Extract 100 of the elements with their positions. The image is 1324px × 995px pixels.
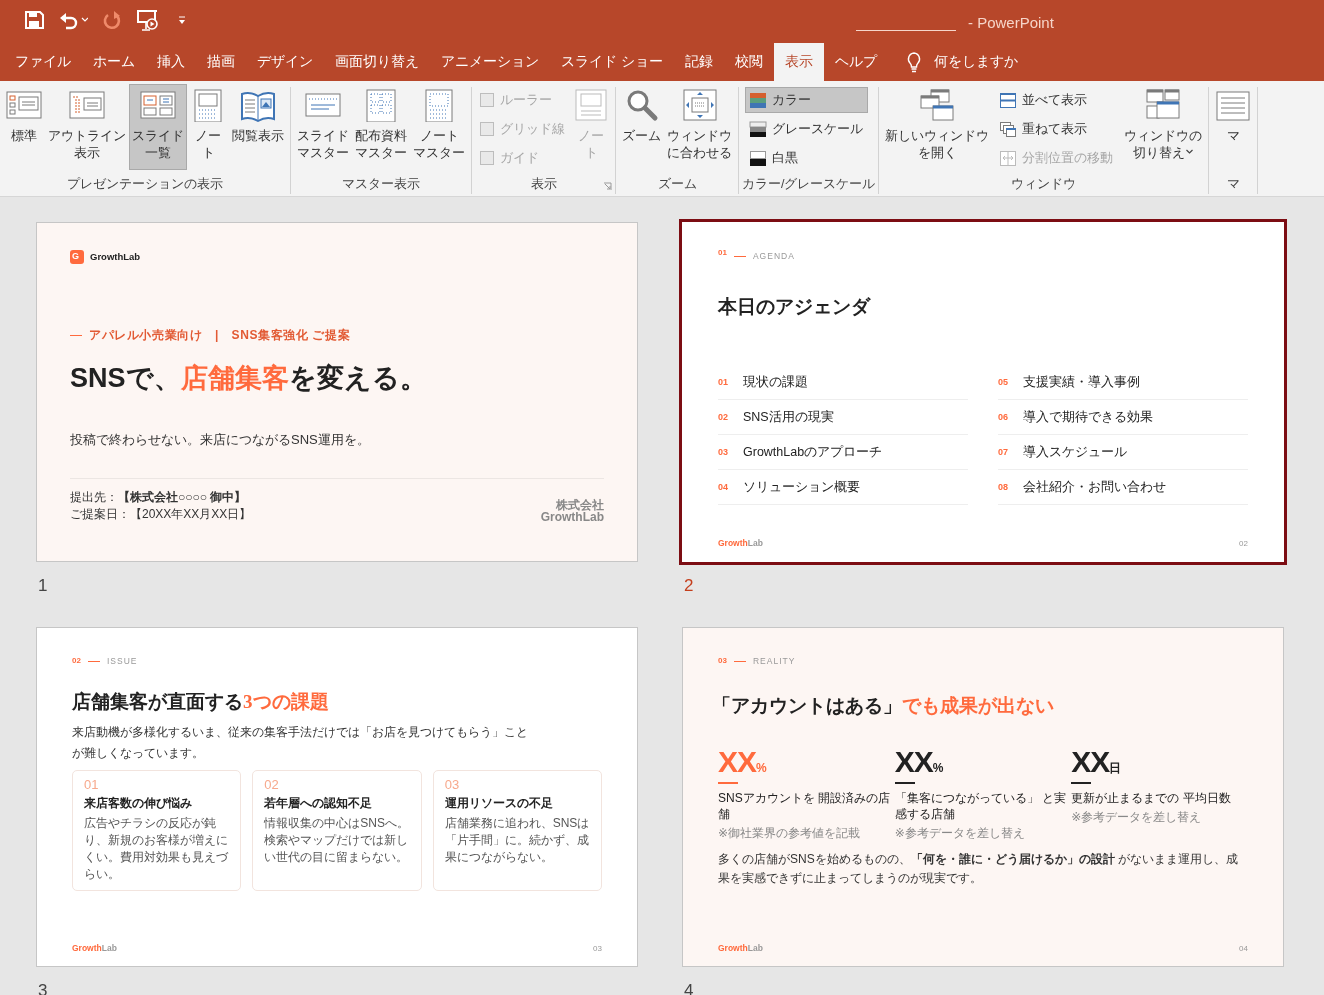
arrange-all-icon [999,91,1018,109]
ribbon-button[interactable]: 閲覧表示 [229,84,287,170]
section-label: AGENDA [752,250,795,263]
summary-text: 多くの店舗がSNSを始めるものの、「何を・誰に・どう届けるか」の設計 がないまま運用し、成果を実感できずに止まってしまうのが現実です。 [718,851,1240,888]
undo-icon[interactable] [58,10,88,30]
dialog-launcher-icon[interactable] [603,182,612,191]
ribbon-tab[interactable]: ファイル [4,43,82,81]
customize-caret-icon[interactable] [176,14,188,26]
section-label: ISSUE [106,655,138,668]
slide-layout-icon [1215,88,1252,122]
brand-name: GrowthLab [90,250,141,264]
ribbon-tab[interactable]: 表示 [773,43,824,81]
group-label: ウィンドウ [1011,176,1077,193]
stat-underline [894,782,915,785]
ribbon-button[interactable]: ウィンドウの切り替え [1121,84,1206,170]
ribbon-button[interactable]: 標準 [3,84,45,170]
stat-note: ※参考データを差し替え [1071,809,1203,827]
slide-thumbnail[interactable] [33,624,641,970]
slide-title: 「アカウントはある」でも成果が出ない [712,693,1055,718]
color-swatch-icon [749,91,767,109]
ribbon-button[interactable]: スライドマスター [294,84,352,170]
stat-value: XX [1071,745,1110,779]
section-number: 01 [718,247,727,259]
agenda-item: 現状の課題 [743,373,808,391]
slide-number: 1 [37,575,49,597]
company-name: 株式会社 GrowthLab [540,498,604,523]
ribbon-button[interactable]: グレースケール [745,116,868,142]
split-move-icon [999,149,1018,167]
stat-label: SNSアカウントを 開設済みの店舗 [718,790,891,823]
slide-number: 2 [683,575,695,597]
page-number: 03 [593,943,602,955]
ribbon-tab[interactable]: デザイン [246,43,324,81]
ribbon-tab[interactable]: スライド ショー [550,43,674,81]
ribbon-tab[interactable]: 校閲 [723,43,774,81]
ribbon-tab[interactable]: 描画 [196,43,246,81]
group-label: カラー/グレースケール [742,176,876,193]
new-window-icon [919,88,956,122]
item-number: 01 [718,375,729,389]
slide-thumbnail[interactable]: 01 AGENDA 本日のアジェンダ 01 現状の課題 02 SNS活用の現実 03 GrowthLabのアプローチ 04 ソリューション概要 05 支援実績・導入事例 06 導入で期待できる効果 07 導入スケジュール 08 会社紹介・お問い合わせ GrowthLab 02 [679,219,1287,565]
tell-me-search[interactable]: 何をしますか [901,43,1022,81]
item-number: 05 [998,375,1009,389]
ribbon-button[interactable]: 白黒 [745,145,868,171]
group-label: ズーム [657,176,697,193]
ribbon-button[interactable]: ノートマスター [410,84,468,170]
lead-text: 来店動機が多様化するいま、従来の集客手法だけでは「お店を見つけてもらう」ことが難しくなっています。 [72,724,529,763]
card-number: 01 [84,777,100,794]
ribbon-tab[interactable]: アニメーション [430,43,550,81]
redo-icon[interactable] [102,10,122,30]
normal-view-icon [6,88,42,122]
ribbon-button[interactable]: ウィンドウに合わせる [664,84,735,170]
agenda-item: ソリューション概要 [743,478,860,496]
ribbon-tab[interactable]: 挿入 [146,43,196,81]
stat-label: 更新が止まるまでの 平均日数 [1071,790,1232,807]
slide-thumbnail[interactable]: G GrowthLab アパレル小売業向け | SNS集客強化 ご提案 SNSで、店舗集客を変える。 投稿で終わらせない。来店につながるSNS運用を。 提出先：【株式会社○○○○ 御中】 ご提案日：【20XX年XX月XX日】 株式会社 GrowthLab [33,219,641,565]
ribbon-button[interactable]: 重ねて表示 [995,116,1119,142]
ribbon-button[interactable]: マ [1212,84,1255,170]
logo-mark: G [70,250,84,265]
ribbon-button[interactable]: ノート [187,84,229,170]
stat-note: ※参考データを差し替え [894,825,1026,843]
section-label: REALITY [752,655,796,668]
agenda-item: GrowthLabのアプローチ [743,443,883,461]
outline-view-icon [69,88,105,122]
save-icon[interactable] [24,10,44,30]
ribbon-button[interactable]: カラー [745,87,868,113]
group-label: マ [1227,176,1240,193]
subtitle: 投稿で終わらせない。来店につながるSNS運用を。 [70,431,371,450]
cascade-windows-icon [999,120,1018,138]
group-label: プレゼンテーションの表示 [67,176,223,193]
slide-thumbnail[interactable] [679,624,1287,970]
agenda-item: 導入で期待できる効果 [1023,408,1153,426]
grayscale-swatch-icon [749,120,767,138]
card-number: 03 [444,777,461,794]
ribbon-button[interactable]: 並べて表示 [995,87,1119,113]
ribbon-tab[interactable]: 画面切り替え [324,43,430,81]
eyebrow-text: アパレル小売業向け | SNS集客強化 ご提案 [89,327,351,345]
footer-brand: GrowthLab [72,942,117,955]
slide-sorter-icon [140,88,176,122]
card-title: 若年層への認知不足 [264,795,374,813]
card-title: 来店客数の伸び悩み [84,795,193,813]
footer-brand: GrowthLab [718,942,763,955]
ribbon-button[interactable]: 配布資料マスター [352,84,410,170]
window-title: - PowerPoint [968,13,1054,33]
ribbon-tab[interactable]: 記録 [673,43,724,81]
meta-line: ご提案日：【20XX年XX月XX日】 [70,505,252,523]
stat-value: XX [718,745,757,779]
ribbon-button[interactable]: 新しいウィンドウを開く [882,84,993,170]
ribbon-button[interactable]: スライド一覧 [129,84,187,170]
page-number: 02 [1239,538,1248,550]
ribbon-tab[interactable]: ホーム [82,43,146,81]
slide-title: 本日のアジェンダ [718,294,872,319]
meta-line: 提出先：【株式会社○○○○ 御中】 [70,488,248,506]
accent-dash [87,660,100,662]
ribbon-tab[interactable]: ヘルプ [823,43,888,81]
item-number: 08 [998,480,1009,494]
switch-windows-icon [1145,88,1182,122]
ribbon-button[interactable]: アウトライン表示 [45,84,129,170]
card-text: 広告やチラシの反応が鈍り、新規のお客様が増えにくい。費用対効果も見えづらい。 [84,815,229,884]
section-number: 03 [718,655,727,668]
ribbon-button[interactable]: ズーム [619,84,664,170]
stat-unit: % [756,761,767,776]
